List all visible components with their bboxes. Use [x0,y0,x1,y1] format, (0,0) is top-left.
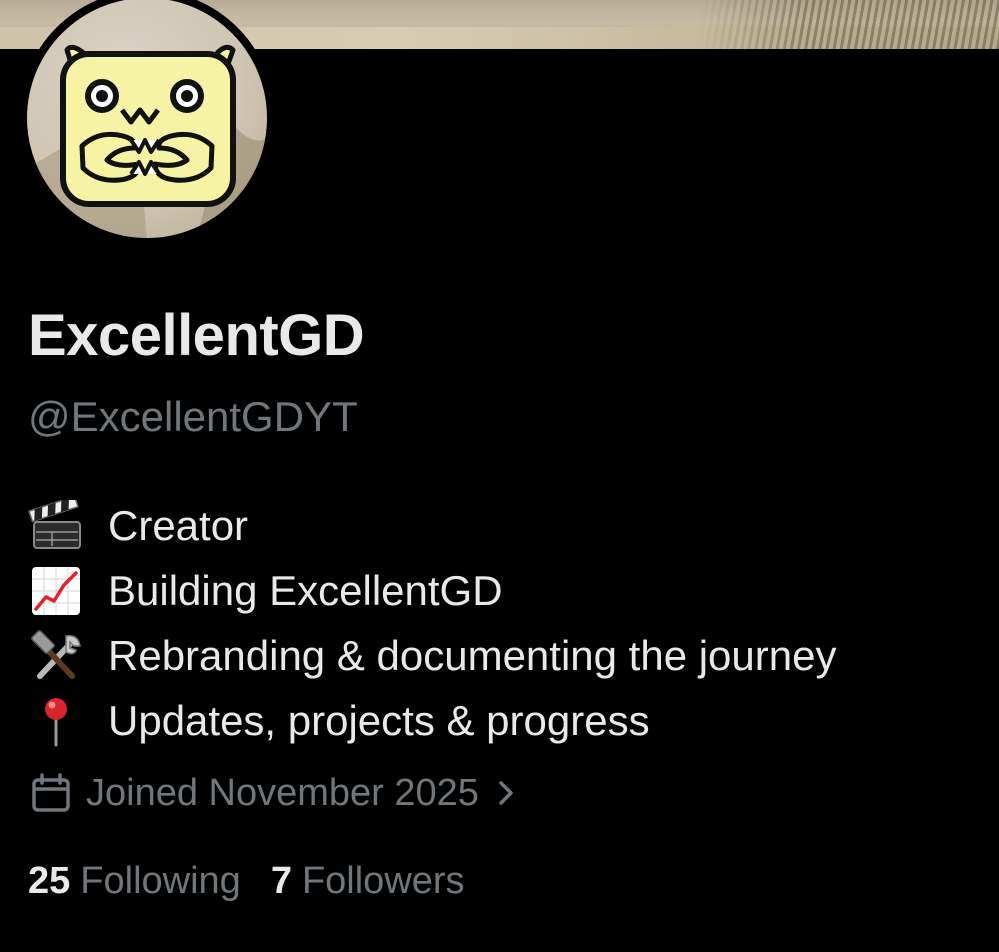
round-pushpin-icon [28,695,92,747]
bio-line-creator: Creator [28,493,836,558]
chevron-right-icon [499,781,513,805]
bio-text: Updates, projects & progress [108,696,650,744]
following-link[interactable]: 25 Following [28,860,241,903]
joined-date[interactable]: Joined November 2025 [30,768,519,818]
avatar[interactable] [27,0,267,238]
bio-text: Creator [108,501,249,549]
display-name: ExcellentGD [28,303,365,368]
bio-line-rebranding: Rebranding & documenting the journey [28,623,836,688]
bio-text: Rebranding & documenting the journey [108,631,837,679]
followers-label: Followers [301,859,465,902]
bio-line-updates: Updates, projects & progress [28,688,836,753]
bio-line-building: Building ExcellentGD [28,558,836,623]
followers-link[interactable]: 7 Followers [271,860,465,903]
following-count: 25 [28,859,71,902]
joined-text: Joined November 2025 [86,771,479,814]
followers-count: 7 [270,859,292,902]
following-label: Following [80,859,241,902]
hammer-wrench-icon [28,629,92,682]
bio: Creator Building ExcellentGD Rebranding … [28,493,836,753]
calendar-icon [32,773,70,812]
bio-text: Building ExcellentGD [108,566,503,614]
profile-stats: 25 Following 7 Followers [28,855,495,907]
avatar-creature-icon [27,44,267,238]
chart-increasing-icon [28,565,92,617]
profile-handle: @ExcellentGDYT [28,393,358,440]
banner-grass [699,0,999,49]
clapperboard-icon [28,499,92,552]
